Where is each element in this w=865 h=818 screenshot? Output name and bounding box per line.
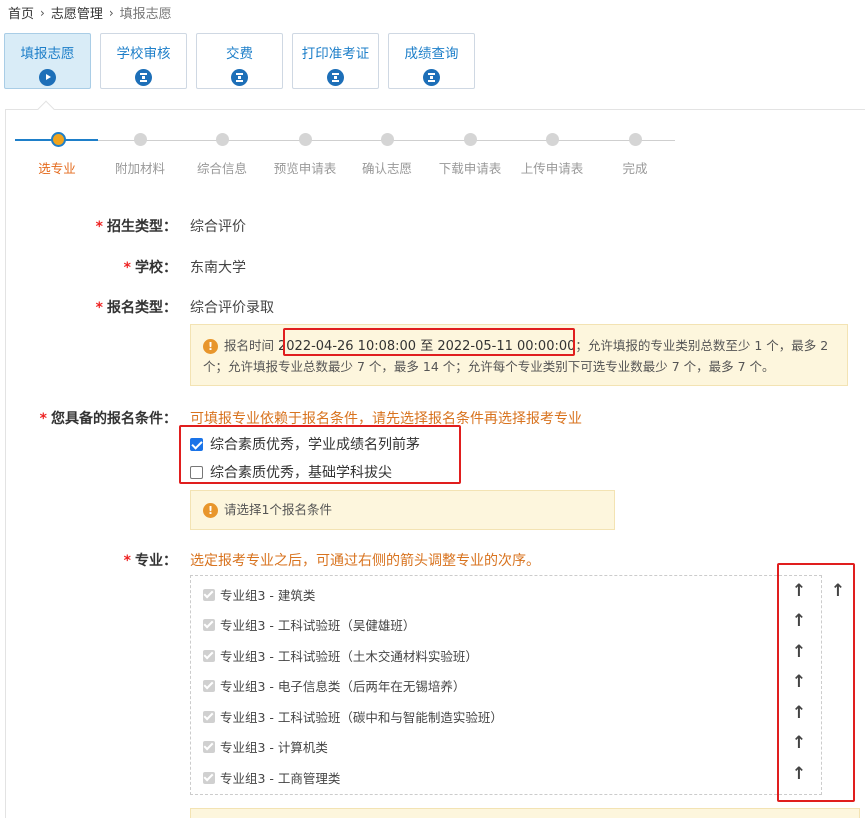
step-dot	[299, 133, 312, 146]
list-item[interactable]: 专业组3 - 建筑类	[203, 585, 315, 604]
major-name: 专业组3 - 工商管理类	[220, 771, 341, 786]
notice-line2: 个；允许填报专业总数最少 7 个，最多 14 个；允许每个专业类别下可选专业数最…	[203, 359, 775, 374]
checkbox[interactable]	[203, 679, 215, 692]
apply-type-value: 综合评价录取	[190, 300, 274, 316]
major-name: 专业组3 - 工科试验班（碳中和与智能制造实验班）	[220, 710, 503, 725]
step-label: 预览申请表	[273, 161, 337, 176]
checkbox[interactable]	[203, 771, 215, 784]
major-label: * 专业：	[123, 553, 177, 569]
highlight-box	[283, 328, 575, 356]
major-name: 专业组3 - 建筑类	[220, 588, 316, 603]
highlight-box	[179, 425, 461, 484]
checkbox[interactable]	[203, 588, 215, 601]
list-item[interactable]: 专业组3 - 电子信息类（后两年在无锡培养）	[203, 676, 465, 695]
step-label: 上传申请表	[520, 161, 584, 176]
step-dot	[381, 133, 394, 146]
condition-notice-text: 请选择1个报名条件	[224, 502, 332, 517]
step-label: 完成	[622, 161, 648, 176]
tab-score-query[interactable]: 成绩查询	[388, 33, 475, 89]
school-value: 东南大学	[190, 260, 246, 276]
checkbox[interactable]	[203, 649, 215, 662]
steps-track	[15, 140, 675, 141]
checkbox[interactable]	[203, 710, 215, 723]
tab-school-review[interactable]: 学校审核	[100, 33, 187, 89]
major-name: 专业组3 - 电子信息类（后两年在无锡培养）	[220, 679, 466, 694]
enroll-type-value: 综合评价	[190, 219, 246, 235]
step-dot	[134, 133, 147, 146]
tab-label: 打印准考证	[301, 46, 370, 62]
condition-notice: ! 请选择1个报名条件	[190, 490, 615, 530]
step-dot-current	[51, 132, 66, 147]
list-item[interactable]: 专业组3 - 计算机类	[203, 737, 328, 756]
breadcrumb-mgmt[interactable]: 志愿管理	[51, 3, 103, 22]
tab-payment[interactable]: 交费	[196, 33, 283, 89]
apply-type-label: * 报名类型：	[95, 300, 177, 316]
major-name: 专业组3 - 工科试验班（土木交通材料实验班）	[220, 649, 478, 664]
list-item[interactable]: 专业组3 - 工商管理类	[203, 768, 340, 787]
step-label: 下载申请表	[438, 161, 502, 176]
step-label: 确认志愿	[361, 161, 413, 176]
checkbox[interactable]	[203, 618, 215, 631]
step-dot	[629, 133, 642, 146]
major-notice	[190, 808, 860, 818]
highlight-box	[777, 563, 855, 802]
step-dot	[546, 133, 559, 146]
hourglass-icon	[327, 69, 344, 86]
tab-label: 学校审核	[116, 46, 171, 62]
major-name: 专业组3 - 计算机类	[220, 740, 328, 755]
list-item[interactable]: 专业组3 - 工科试验班（吴健雄班）	[203, 615, 415, 634]
major-name: 专业组3 - 工科试验班（吴健雄班）	[220, 618, 416, 633]
tab-label: 成绩查询	[404, 46, 459, 62]
tab-label: 填报志愿	[20, 46, 75, 62]
chevron-right-icon: ›	[40, 5, 45, 20]
enroll-type-label: * 招生类型：	[95, 219, 177, 235]
condition-label: * 您具备的报名条件：	[39, 411, 177, 427]
tab-print-admission[interactable]: 打印准考证	[292, 33, 379, 89]
hourglass-icon	[231, 69, 248, 86]
step-label: 附加材料	[114, 161, 166, 176]
list-item[interactable]: 专业组3 - 工科试验班（碳中和与智能制造实验班）	[203, 707, 503, 726]
notice-prefix: 报名时间	[224, 338, 275, 353]
step-label: 选专业	[38, 161, 76, 176]
step-dot	[464, 133, 477, 146]
chevron-right-icon: ›	[108, 5, 114, 20]
breadcrumb-current: 填报志愿	[119, 7, 172, 22]
hourglass-icon	[135, 69, 152, 86]
major-hint: 选定报考专业之后，可通过右侧的箭头调整专业的次序。	[190, 553, 540, 569]
breadcrumb: 首页 › 志愿管理 › 填报志愿	[8, 3, 172, 23]
step-dot	[216, 133, 229, 146]
hourglass-icon	[423, 69, 440, 86]
notice-rest: ；允许填报的专业类别总数至少 1 个，最多 2	[575, 338, 829, 353]
info-icon: !	[203, 503, 218, 518]
info-icon: !	[203, 339, 218, 354]
tab-fill-application[interactable]: 填报志愿	[4, 33, 91, 89]
checkbox[interactable]	[203, 740, 215, 753]
tab-label: 交费	[226, 46, 253, 62]
breadcrumb-home[interactable]: 首页	[8, 3, 34, 22]
list-item[interactable]: 专业组3 - 工科试验班（土木交通材料实验班）	[203, 646, 478, 665]
play-icon	[39, 69, 56, 86]
step-label: 综合信息	[196, 161, 248, 176]
school-label: * 学校：	[123, 260, 177, 276]
process-tabs: 填报志愿 学校审核 交费 打印准考证 成绩查询	[4, 33, 484, 89]
